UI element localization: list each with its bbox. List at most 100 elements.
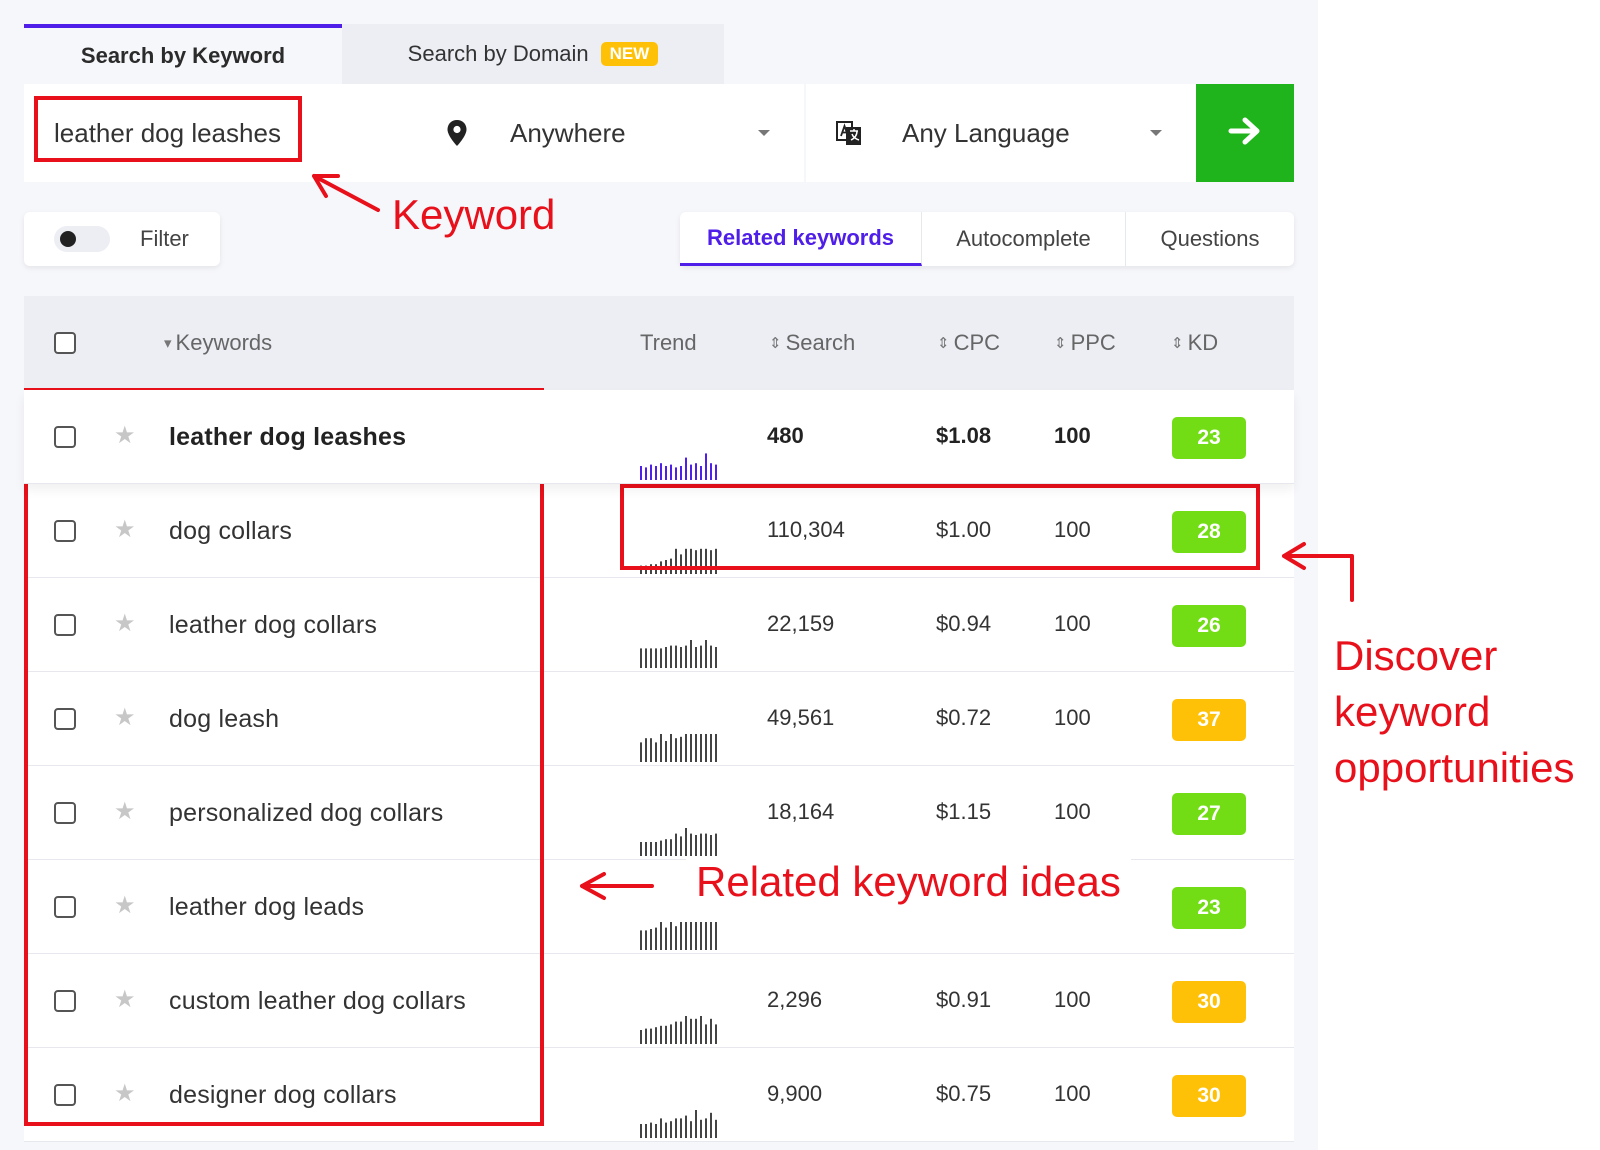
trend-bar xyxy=(645,467,647,480)
column-cpc[interactable]: ⇕ CPC xyxy=(937,330,1000,356)
trend-bar xyxy=(660,922,662,950)
column-cpc-label: CPC xyxy=(953,330,1001,355)
trend-bar xyxy=(680,466,682,480)
table-row[interactable]: ★ custom leather dog collars 2,296 $0.91 100… xyxy=(24,954,1294,1048)
column-ppc[interactable]: ⇕ PPC xyxy=(1054,330,1116,356)
row-checkbox[interactable] xyxy=(54,896,76,918)
trend-bar xyxy=(705,1118,707,1138)
trend-bar xyxy=(705,922,707,950)
trend-bar xyxy=(690,734,692,762)
tab-autocomplete[interactable]: Autocomplete xyxy=(922,212,1126,266)
star-icon[interactable]: ★ xyxy=(114,421,136,450)
search-volume: 9,900 xyxy=(767,1081,823,1106)
trend-bar xyxy=(680,1118,682,1138)
row-checkbox[interactable] xyxy=(54,614,76,636)
row-checkbox[interactable] xyxy=(54,1084,76,1106)
trend-bar xyxy=(640,930,642,950)
filter-toggle[interactable]: Filter xyxy=(24,212,220,266)
trend-bar xyxy=(675,926,677,950)
table-row[interactable]: ★ designer dog collars 9,900 $0.75 100 30 xyxy=(24,1048,1294,1142)
trend-bar xyxy=(710,835,712,856)
keyword-text[interactable]: dog collars xyxy=(169,517,292,546)
row-checkbox[interactable] xyxy=(54,990,76,1012)
trend-bar xyxy=(645,648,647,668)
column-search-label: Search xyxy=(785,330,856,355)
search-submit-button[interactable] xyxy=(1196,84,1294,182)
tab-search-by-keyword[interactable]: Search by Keyword xyxy=(24,24,342,84)
trend-bar xyxy=(680,922,682,950)
row-checkbox[interactable] xyxy=(54,520,76,542)
table-row[interactable]: ★ dog collars 110,304 $1.00 100 28 xyxy=(24,484,1294,578)
kd-badge: 23 xyxy=(1172,417,1246,459)
column-kd[interactable]: ⇕ KD xyxy=(1171,330,1218,356)
trend-bar xyxy=(645,930,647,950)
trend-bar xyxy=(700,1119,702,1138)
tab-related-keywords[interactable]: Related keywords xyxy=(680,212,922,266)
trend-bar xyxy=(665,741,667,762)
row-checkbox[interactable] xyxy=(54,802,76,824)
column-keywords[interactable]: ▾ Keywords xyxy=(164,330,272,356)
trend-bar xyxy=(690,1121,692,1138)
trend-bar xyxy=(695,550,697,574)
language-select[interactable]: Any Language xyxy=(806,84,1196,182)
location-select-value: Anywhere xyxy=(510,117,626,148)
keyword-input[interactable]: leather dog leashes xyxy=(24,84,414,182)
tab-search-by-domain[interactable]: Search by Domain NEW xyxy=(342,24,724,84)
arrow-right-icon xyxy=(1228,116,1262,151)
trend-bar xyxy=(680,836,682,856)
ppc-value: 100 xyxy=(1054,799,1091,824)
trend-bar xyxy=(650,738,652,762)
star-icon[interactable]: ★ xyxy=(114,891,136,920)
table-row[interactable]: ★ personalized dog collars 18,164 $1.15 100 2… xyxy=(24,766,1294,860)
trend-bar xyxy=(710,645,712,668)
trend-bar xyxy=(695,1110,697,1138)
table-row[interactable]: ★ leather dog leashes 480 $1.08 100 23 xyxy=(24,390,1294,484)
table-header: ▾ Keywords Trend ⇕ Search ⇕ CPC ⇕ PPC ⇕ KD xyxy=(24,296,1294,390)
cpc-value: $1.08 xyxy=(936,423,992,448)
column-search[interactable]: ⇕ Search xyxy=(769,330,855,356)
keyword-text[interactable]: custom leather dog collars xyxy=(169,987,466,1016)
trend-bar xyxy=(700,466,702,480)
trend-bar xyxy=(690,548,692,574)
tab-search-by-keyword-label: Search by Keyword xyxy=(80,43,286,68)
keyword-text[interactable]: leather dog leads xyxy=(169,893,364,922)
star-icon[interactable]: ★ xyxy=(114,703,136,732)
keyword-text[interactable]: leather dog collars xyxy=(169,611,377,640)
trend-bar xyxy=(675,1118,677,1138)
table-row[interactable]: ★ leather dog collars 22,159 $0.94 100 26 xyxy=(24,578,1294,672)
tab-questions[interactable]: Questions xyxy=(1126,212,1294,266)
kd-badge: 30 xyxy=(1172,1075,1246,1117)
trend-bar xyxy=(705,833,707,856)
keyword-text[interactable]: personalized dog collars xyxy=(169,799,443,828)
language-select-value: Any Language xyxy=(902,117,1070,148)
trend-bar xyxy=(715,548,717,574)
star-icon[interactable]: ★ xyxy=(114,515,136,544)
trend-bar xyxy=(655,466,657,480)
trend-bar xyxy=(660,561,662,574)
table-row[interactable]: ★ dog leash 49,561 $0.72 100 37 xyxy=(24,672,1294,766)
star-icon[interactable]: ★ xyxy=(114,797,136,826)
trend-bar xyxy=(655,564,657,574)
trend-bar xyxy=(710,550,712,574)
keyword-text[interactable]: leather dog leashes xyxy=(169,423,406,452)
location-select[interactable]: Anywhere xyxy=(414,84,804,182)
star-icon[interactable]: ★ xyxy=(114,985,136,1014)
row-checkbox[interactable] xyxy=(54,708,76,730)
kd-badge: 26 xyxy=(1172,605,1246,647)
column-ppc-label: PPC xyxy=(1070,330,1116,355)
keyword-text[interactable]: dog leash xyxy=(169,705,279,734)
keyword-text[interactable]: designer dog collars xyxy=(169,1081,397,1110)
select-all-checkbox[interactable] xyxy=(54,332,76,354)
trend-bar xyxy=(690,1018,692,1044)
trend-bar xyxy=(670,558,672,574)
trend-bar xyxy=(705,734,707,762)
star-icon[interactable]: ★ xyxy=(114,1079,136,1108)
star-icon[interactable]: ★ xyxy=(114,609,136,638)
filter-switch[interactable] xyxy=(54,226,110,252)
trend-bar xyxy=(675,833,677,856)
chevron-down-icon xyxy=(758,130,770,136)
row-checkbox[interactable] xyxy=(54,426,76,448)
column-trend: Trend xyxy=(640,330,697,355)
trend-bar xyxy=(690,922,692,950)
trend-bar xyxy=(660,1025,662,1044)
